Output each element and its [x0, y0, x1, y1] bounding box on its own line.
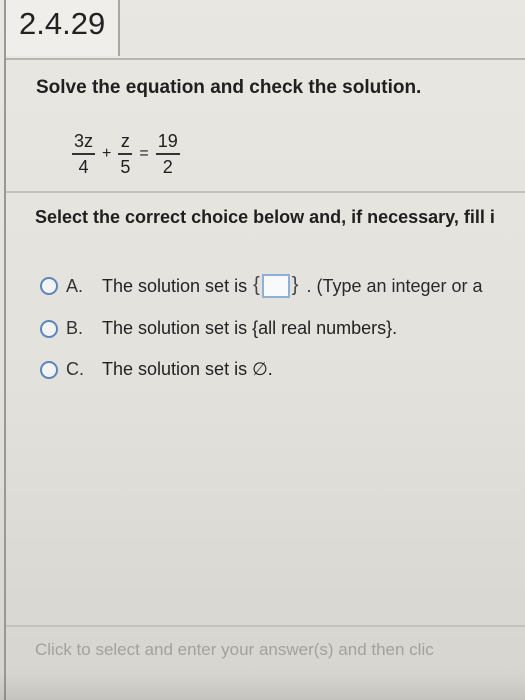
- question-number-box: 2.4.29: [6, 0, 120, 56]
- fraction-numerator: z: [120, 131, 130, 151]
- equals-operator: =: [139, 145, 149, 162]
- radio-button-b[interactable]: [40, 319, 58, 338]
- radio-button-a[interactable]: [40, 277, 58, 296]
- fraction-bar: [155, 153, 180, 155]
- header-divider: [6, 58, 525, 60]
- plus-operator: +: [102, 145, 112, 162]
- fraction-denominator: 5: [120, 157, 131, 177]
- choice-text: The solution set is: [102, 275, 248, 296]
- fraction-denominator: 2: [162, 157, 173, 177]
- close-brace: }: [291, 274, 299, 296]
- choice-text: The solution set is ∅.: [102, 359, 273, 379]
- fraction-bar: [118, 153, 133, 155]
- choice-a[interactable]: A. The solution set is {} . (Type an int…: [40, 274, 483, 299]
- question-page: 2.4.29 Solve the equation and check the …: [0, 0, 525, 700]
- fraction-z-over-5: z 5: [118, 131, 133, 177]
- equation: 3z 4 + z 5 = 19 2: [70, 124, 182, 184]
- choice-b[interactable]: B. The solution set is {all real numbers…: [40, 318, 397, 339]
- choice-c[interactable]: C. The solution set is ∅.: [40, 359, 273, 380]
- answer-hint: . (Type an integer or a: [306, 275, 483, 296]
- footer-divider: [6, 625, 525, 627]
- open-brace: {: [253, 274, 260, 296]
- bottom-shadow: [0, 672, 525, 700]
- fraction-numerator: 3z: [74, 131, 94, 151]
- fraction-denominator: 4: [78, 157, 89, 177]
- fraction-3z-over-4: 3z 4: [72, 131, 96, 177]
- footer-instruction: Click to select and enter your answer(s)…: [35, 640, 434, 659]
- answer-input-box[interactable]: [261, 274, 290, 299]
- answer-group: {}: [253, 274, 299, 299]
- radio-button-c[interactable]: [40, 360, 58, 379]
- choice-letter: A.: [66, 275, 84, 296]
- choice-letter: B.: [66, 318, 84, 338]
- choice-text: The solution set is {all real numbers}.: [102, 318, 398, 338]
- section-divider: [6, 191, 525, 193]
- select-prompt: Select the correct choice below and, if …: [35, 207, 495, 227]
- fraction-numerator: 19: [157, 131, 178, 151]
- question-number: 2.4.29: [19, 6, 106, 41]
- instruction-text: Solve the equation and check the solutio…: [36, 77, 422, 98]
- fraction-bar: [72, 153, 96, 155]
- choice-letter: C.: [66, 359, 84, 379]
- fraction-19-over-2: 19 2: [155, 131, 180, 177]
- left-border: [4, 0, 6, 700]
